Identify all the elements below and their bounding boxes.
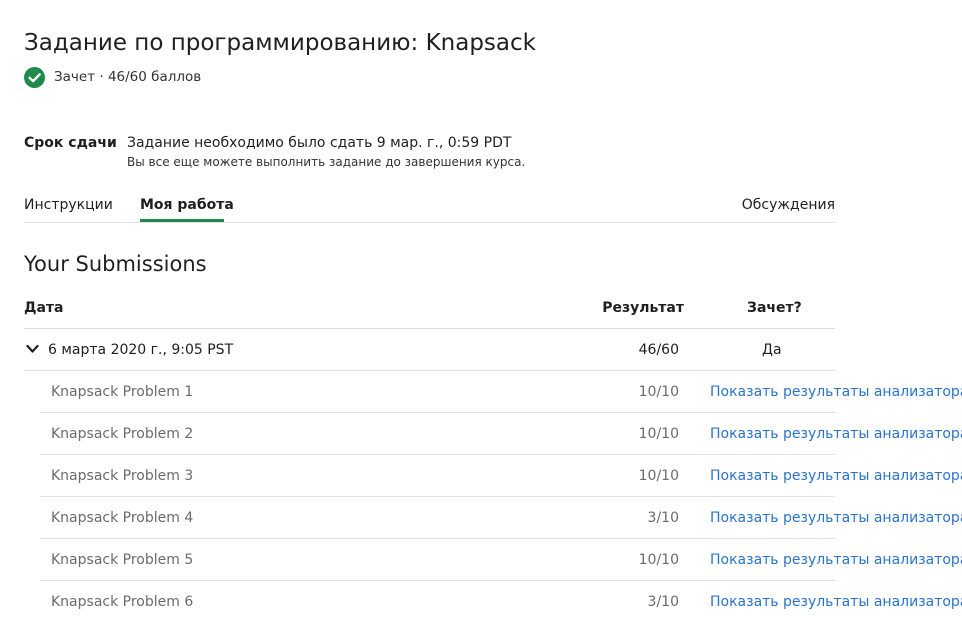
- problem-row: Knapsack Problem 1 10/10 Показать резуль…: [40, 371, 962, 413]
- problem-score: 3/10: [647, 510, 679, 526]
- problem-row: Knapsack Problem 5 10/10 Показать резуль…: [40, 539, 962, 581]
- problem-name: Knapsack Problem 2: [51, 426, 194, 442]
- grade-status: Зачет · 46/60 баллов: [24, 66, 201, 88]
- active-tab-indicator: [140, 219, 224, 222]
- problem-score: 10/10: [638, 384, 679, 400]
- show-grader-output-link[interactable]: Показать результаты анализатора: [710, 468, 962, 484]
- column-header-date: Дата: [24, 300, 64, 316]
- column-header-result: Результат: [602, 300, 684, 316]
- deadline-label: Срок сдачи: [24, 135, 117, 151]
- deadline-note: Вы все еще можете выполнить задание до з…: [127, 155, 526, 169]
- tab-my-work[interactable]: Моя работа: [140, 197, 234, 213]
- tab-bar: Инструкции Моя работа Обсуждения: [24, 186, 835, 223]
- show-grader-output-link[interactable]: Показать результаты анализатора: [710, 384, 962, 400]
- problem-row: Knapsack Problem 4 3/10 Показать результ…: [40, 497, 962, 539]
- submission-score: 46/60: [638, 342, 679, 358]
- status-text: Зачет · 46/60 баллов: [54, 69, 202, 85]
- submissions-table-header: Дата Результат Зачет?: [24, 288, 835, 329]
- show-grader-output-link[interactable]: Показать результаты анализатора: [710, 552, 962, 568]
- show-grader-output-link[interactable]: Показать результаты анализатора: [710, 426, 962, 442]
- check-circle-icon: [24, 66, 45, 88]
- column-header-pass: Зачет?: [747, 300, 802, 316]
- problem-name: Knapsack Problem 5: [51, 552, 194, 568]
- show-grader-output-link[interactable]: Показать результаты анализатора: [710, 594, 962, 610]
- problem-row: Knapsack Problem 3 10/10 Показать резуль…: [40, 455, 962, 497]
- submission-date: 6 марта 2020 г., 9:05 PST: [48, 342, 234, 358]
- assignment-page: Задание по программированию: Knapsack За…: [0, 0, 962, 620]
- problem-score: 3/10: [647, 594, 679, 610]
- problem-row: Knapsack Problem 6 3/10 Показать результ…: [40, 581, 962, 620]
- submissions-title: Your Submissions: [24, 252, 207, 276]
- tab-discussions[interactable]: Обсуждения: [742, 197, 835, 213]
- deadline-text: Задание необходимо было сдать 9 мар. г.,…: [127, 135, 512, 151]
- page-title: Задание по программированию: Knapsack: [24, 30, 536, 56]
- problem-name: Knapsack Problem 3: [51, 468, 194, 484]
- submission-pass: Да: [762, 342, 782, 358]
- problem-score: 10/10: [638, 468, 679, 484]
- problem-name: Knapsack Problem 1: [51, 384, 194, 400]
- problem-name: Knapsack Problem 6: [51, 594, 194, 610]
- show-grader-output-link[interactable]: Показать результаты анализатора: [710, 510, 962, 526]
- problem-score: 10/10: [638, 426, 679, 442]
- problem-score: 10/10: [638, 552, 679, 568]
- submission-row[interactable]: 6 марта 2020 г., 9:05 PST 46/60 Да: [24, 329, 835, 371]
- tab-instructions[interactable]: Инструкции: [24, 197, 113, 213]
- problem-name: Knapsack Problem 4: [51, 510, 194, 526]
- chevron-down-icon[interactable]: [26, 344, 39, 354]
- problem-row: Knapsack Problem 2 10/10 Показать резуль…: [40, 413, 962, 455]
